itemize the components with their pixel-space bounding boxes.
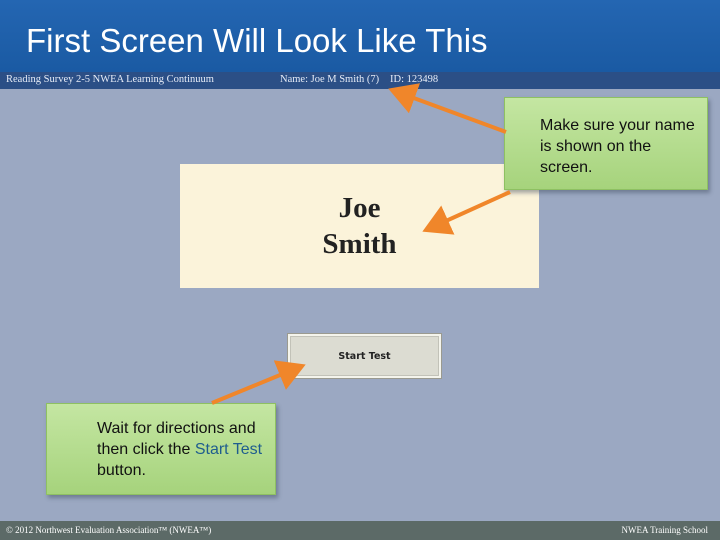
student-last-name: Smith — [322, 228, 397, 260]
copyright-text: © 2012 Northwest Evaluation Association™… — [6, 525, 212, 535]
start-test-callout-suffix: button. — [97, 462, 146, 479]
student-name-card: Joe Smith — [180, 164, 539, 288]
start-test-callout-link: Start Test — [194, 441, 263, 458]
slide-title: First Screen Will Look Like This — [26, 22, 488, 59]
start-test-button-label: Start Test — [338, 350, 391, 362]
student-id-label: ID: 123498 — [390, 74, 439, 85]
test-info-bar: Reading Survey 2-5 NWEA Learning Continu… — [0, 72, 720, 89]
student-name-label: Name: Joe M Smith (7) — [280, 74, 380, 85]
student-first-name: Joe — [338, 192, 381, 224]
start-test-callout-text: Wait for directions and then click the S… — [97, 418, 272, 481]
start-test-button[interactable]: Start Test — [287, 333, 442, 379]
start-test-callout: Wait for directions and then click the S… — [46, 403, 276, 495]
arrow-to-name-label — [388, 83, 507, 134]
slide-footer: © 2012 Northwest Evaluation Association™… — [0, 521, 720, 540]
survey-label: Reading Survey 2-5 NWEA Learning Continu… — [6, 74, 214, 85]
name-check-callout-text: Make sure your name is shown on the scre… — [540, 117, 695, 176]
name-check-callout: Make sure your name is shown on the scre… — [504, 97, 708, 190]
training-school-text: NWEA Training School — [621, 525, 708, 535]
slide-title-bar: First Screen Will Look Like This — [0, 0, 720, 72]
